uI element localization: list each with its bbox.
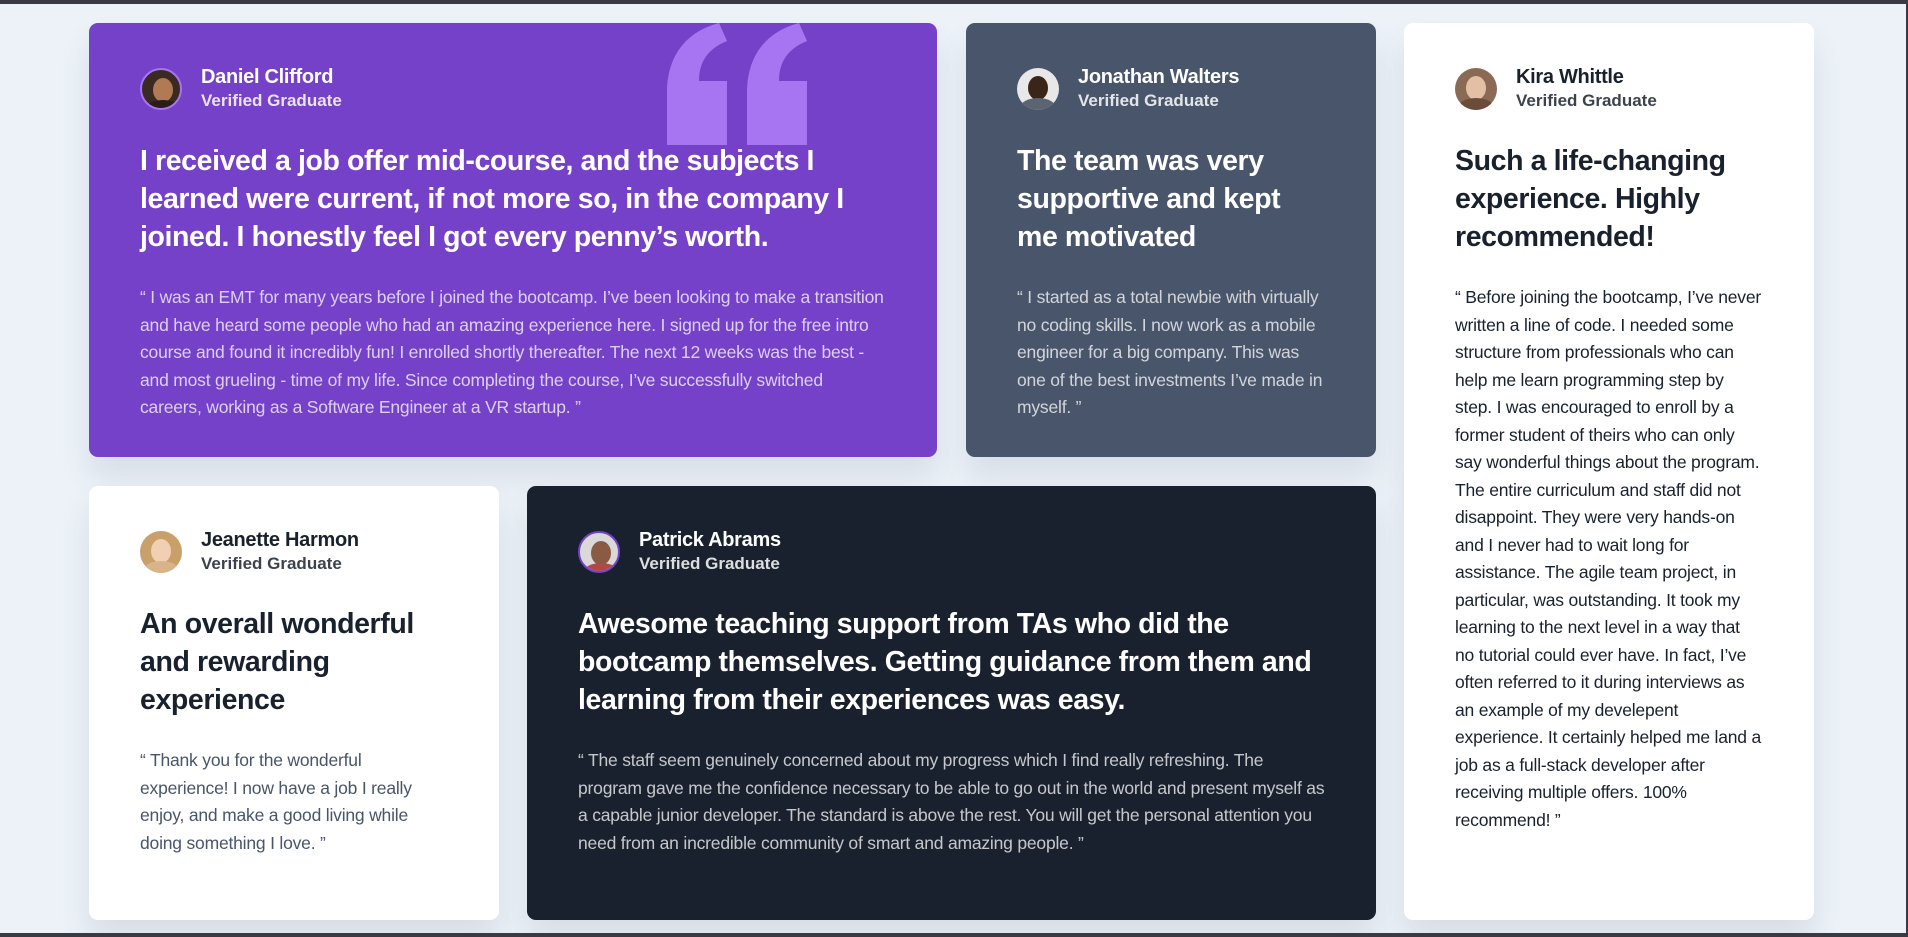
author-name: Patrick Abrams xyxy=(639,529,781,551)
author-role: Verified Graduate xyxy=(639,554,780,573)
author-role: Verified Graduate xyxy=(201,91,342,110)
author-role: Verified Graduate xyxy=(201,554,342,573)
avatar-icon xyxy=(140,68,182,110)
testimonial-card-jonathan-walters: Jonathan Walters Verified Graduate The t… xyxy=(966,23,1376,457)
author-block: Jonathan Walters Verified Graduate xyxy=(1017,65,1325,113)
testimonial-headline: I received a job offer mid-course, and t… xyxy=(140,145,844,253)
avatar-icon xyxy=(578,531,620,573)
window-bottom-edge xyxy=(0,933,1908,937)
testimonial-headline: Awesome teaching support from TAs who di… xyxy=(578,608,1312,716)
testimonial-body: “ I was an EMT for many years before I j… xyxy=(140,287,884,417)
testimonial-card-daniel-clifford: Daniel Clifford Verified Graduate I rece… xyxy=(89,23,937,457)
author-block: Jeanette Harmon Verified Graduate xyxy=(140,528,448,576)
testimonial-headline: An overall wonderful and rewarding exper… xyxy=(140,608,414,716)
avatar-icon xyxy=(140,531,182,573)
testimonial-card-jeanette-harmon: Jeanette Harmon Verified Graduate An ove… xyxy=(89,486,499,920)
author-name: Jeanette Harmon xyxy=(201,529,359,551)
window-top-edge xyxy=(0,0,1908,4)
author-block: Daniel Clifford Verified Graduate xyxy=(140,65,886,113)
avatar-icon xyxy=(1017,68,1059,110)
author-role: Verified Graduate xyxy=(1078,91,1219,110)
author-name: Kira Whittle xyxy=(1516,66,1624,88)
avatar-icon xyxy=(1455,68,1497,110)
author-role: Verified Graduate xyxy=(1516,91,1657,110)
testimonial-body: “ I started as a total newbie with virtu… xyxy=(1017,287,1323,417)
testimonial-body: “ The staff seem genuinely concerned abo… xyxy=(578,750,1325,853)
author-block: Kira Whittle Verified Graduate xyxy=(1455,65,1763,113)
testimonial-body: “ Thank you for the wonderful experience… xyxy=(140,750,412,853)
testimonial-card-patrick-abrams: Patrick Abrams Verified Graduate Awesome… xyxy=(527,486,1376,920)
author-block: Patrick Abrams Verified Graduate xyxy=(578,528,1325,576)
author-name: Jonathan Walters xyxy=(1078,66,1240,88)
testimonial-body: “ Before joining the bootcamp, I’ve neve… xyxy=(1455,287,1762,830)
testimonial-card-kira-whittle: Kira Whittle Verified Graduate Such a li… xyxy=(1404,23,1814,920)
testimonial-headline: Such a life-changing experience. Highly … xyxy=(1455,145,1726,253)
testimonial-headline: The team was very supportive and kept me… xyxy=(1017,145,1281,253)
author-name: Daniel Clifford xyxy=(201,66,334,88)
